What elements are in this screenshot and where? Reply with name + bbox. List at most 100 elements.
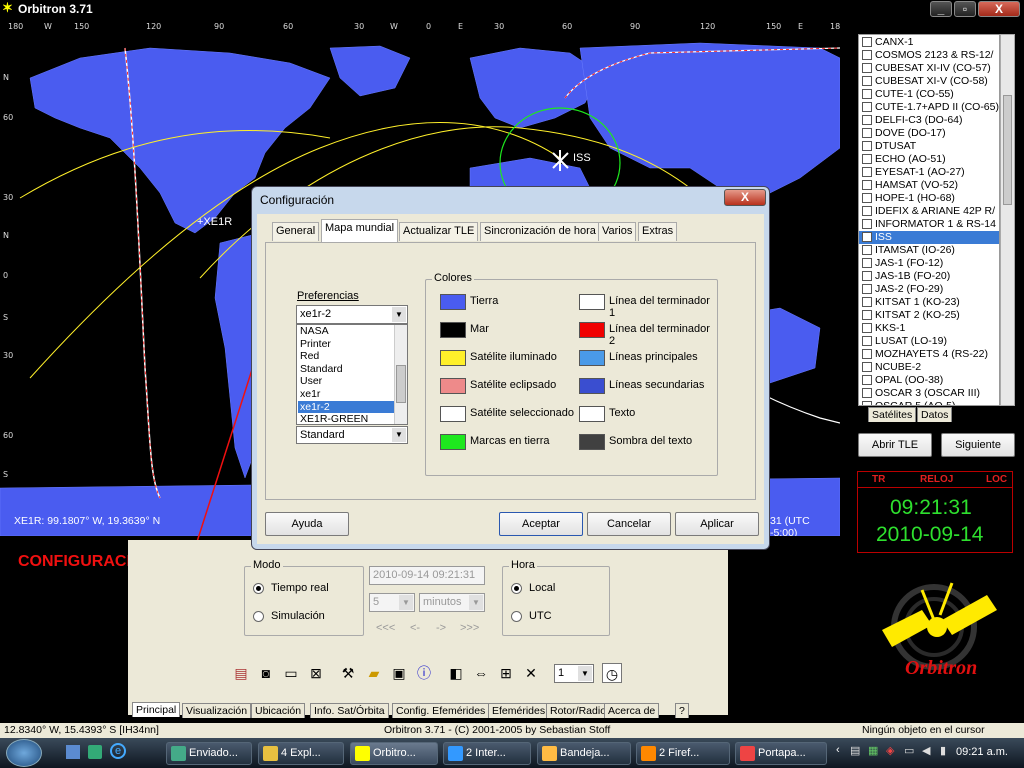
satellite-checkbox[interactable] <box>862 141 872 151</box>
color-swatch[interactable] <box>440 378 466 394</box>
nav-back[interactable]: <- <box>410 622 420 634</box>
satellite-list-item[interactable]: OSCAR 5 (AO-5) <box>859 400 999 405</box>
satellite-list-item[interactable]: JAS-1 (FO-12) <box>859 257 999 270</box>
satellite-checkbox[interactable] <box>862 375 872 385</box>
real-time-radio[interactable] <box>253 583 264 594</box>
prefs-option[interactable]: xe1r-2 <box>298 400 394 414</box>
satellite-list-item[interactable]: MOZHAYETS 4 (RS-22) <box>859 348 999 361</box>
datetime-field[interactable]: 2010-09-14 09:21:31 <box>369 566 485 585</box>
fullscreen-icon[interactable]: ✕ <box>521 663 541 683</box>
satellite-checkbox[interactable] <box>862 115 872 125</box>
nav-forward-fast[interactable]: >>> <box>460 622 479 634</box>
satellite-checkbox[interactable] <box>862 297 872 307</box>
satellite-list-item[interactable]: NCUBE-2 <box>859 361 999 374</box>
satellite-checkbox[interactable] <box>862 102 872 112</box>
taskbar-task[interactable]: 2 Inter... <box>443 742 531 765</box>
taskbar-task[interactable]: Portapa... <box>735 742 827 765</box>
dialog-tab[interactable]: General <box>272 222 320 241</box>
satellite-checkbox[interactable] <box>862 50 872 60</box>
color-swatch[interactable] <box>579 322 605 338</box>
color-swatch[interactable] <box>579 406 605 422</box>
panel-tab[interactable]: Rotor/Radio <box>546 703 611 718</box>
satellite-list[interactable]: CANX-1 COSMOS 2123 & RS-12/CUBESAT XI-IV … <box>858 34 1000 406</box>
shield-icon[interactable]: ◈ <box>886 744 894 757</box>
step-unit-select[interactable]: minutos ▼ <box>419 593 485 612</box>
satellite-checkbox[interactable] <box>862 388 872 398</box>
prefs-option[interactable]: User <box>298 375 394 388</box>
step-value-select[interactable]: 5 ▼ <box>369 593 415 612</box>
switch-windows-icon[interactable] <box>88 745 102 759</box>
satellite-checkbox[interactable] <box>862 349 872 359</box>
prefs-option[interactable]: Red <box>298 350 394 363</box>
satellite-checkbox[interactable] <box>862 284 872 294</box>
satellite-list-item[interactable]: INFORMATOR 1 & RS-14 <box>859 218 999 231</box>
clock-icon[interactable]: ◷ <box>602 663 622 683</box>
satellite-list-item[interactable]: JAS-2 (FO-29) <box>859 283 999 296</box>
taskbar-clock[interactable]: 09:21 a.m. <box>956 746 1008 758</box>
clock-tab-tr[interactable]: TR <box>872 474 885 485</box>
dialog-tab[interactable]: Mapa mundial <box>321 219 399 242</box>
minimize-button[interactable]: _ <box>930 1 952 17</box>
prefs-option[interactable]: NASA <box>298 325 394 338</box>
satellite-list-item[interactable]: CUTE-1 (CO-55) <box>859 88 999 101</box>
camera-icon[interactable]: ◙ <box>256 663 276 683</box>
color-swatch[interactable] <box>440 350 466 366</box>
satellite-checkbox[interactable] <box>862 310 872 320</box>
prefs-dropdown-list[interactable]: NASA Printer Red Standard User xe1r xe1r-2 XE1R… <box>296 324 408 425</box>
zoom-icon[interactable]: ⊞ <box>496 663 516 683</box>
color-swatch[interactable] <box>579 378 605 394</box>
map-view-icon[interactable]: ◧ <box>446 663 466 683</box>
satellite-list-scrollbar[interactable] <box>1000 34 1015 406</box>
info-icon[interactable]: ⓘ <box>414 663 434 683</box>
satellite-list-item[interactable]: HOPE-1 (HO-68) <box>859 192 999 205</box>
satellite-checkbox[interactable] <box>862 63 872 73</box>
nav-forward[interactable]: -> <box>436 622 446 634</box>
save-icon[interactable]: ▣ <box>389 663 409 683</box>
internet-explorer-icon[interactable]: e <box>110 743 126 759</box>
prefs-select[interactable]: xe1r-2 ▼ <box>296 305 408 324</box>
color-swatch[interactable] <box>440 406 466 422</box>
satellite-checkbox[interactable] <box>862 219 872 229</box>
panel-tab[interactable]: Ubicación <box>251 703 306 718</box>
ok-button[interactable]: Aceptar <box>499 512 583 536</box>
satellite-checkbox[interactable] <box>862 245 872 255</box>
open-tle-button[interactable]: Abrir TLE <box>858 433 932 457</box>
color-swatch[interactable] <box>440 294 466 310</box>
taskbar-task[interactable]: Bandeja... <box>537 742 631 765</box>
panel-tab[interactable]: Config. Efemérides <box>392 703 490 718</box>
dialog-tab[interactable]: Sincronización de hora <box>480 222 600 241</box>
satellite-list-item[interactable]: ✔ ISS <box>859 231 999 244</box>
satellite-list-item[interactable]: KITSAT 1 (KO-23) <box>859 296 999 309</box>
satellite-list-item[interactable]: DTUSAT <box>859 140 999 153</box>
dialog-tab[interactable]: Extras <box>638 222 678 241</box>
satellite-list-item[interactable]: CUBESAT XI-V (CO-58) <box>859 75 999 88</box>
satellite-list-item[interactable]: EYESAT-1 (AO-27) <box>859 166 999 179</box>
satellite-list-item[interactable]: OPAL (OO-38) <box>859 374 999 387</box>
color-swatch[interactable] <box>579 434 605 450</box>
satellite-checkbox[interactable] <box>862 362 872 372</box>
satellite-list-item[interactable]: ITAMSAT (IO-26) <box>859 244 999 257</box>
satellite-list-item[interactable]: CUBESAT XI-IV (CO-57) <box>859 62 999 75</box>
scrollbar-thumb[interactable] <box>1003 95 1012 205</box>
show-desktop-icon[interactable] <box>66 745 80 759</box>
panel-tab[interactable]: Acerca de <box>604 703 660 718</box>
satellite-checkbox[interactable] <box>862 206 872 216</box>
cancel-button[interactable]: Cancelar <box>587 512 671 536</box>
satellite-checkbox[interactable] <box>862 401 872 405</box>
maximize-button[interactable]: ▫ <box>954 1 976 17</box>
fit-width-icon[interactable]: ⇔ <box>471 663 491 683</box>
tab-datos[interactable]: Datos <box>917 407 953 422</box>
color-swatch[interactable] <box>440 434 466 450</box>
tools-icon[interactable]: ⚒ <box>338 663 358 683</box>
satellite-checkbox[interactable] <box>862 89 872 99</box>
close-window-icon[interactable]: ⊠ <box>306 663 326 683</box>
satellite-list-item[interactable]: COSMOS 2123 & RS-12/ <box>859 49 999 62</box>
satellite-checkbox[interactable] <box>862 271 872 281</box>
satellite-list-item[interactable]: LUSAT (LO-19) <box>859 335 999 348</box>
satellite-list-item[interactable]: HAMSAT (VO-52) <box>859 179 999 192</box>
satellite-list-item[interactable]: IDEFIX & ARIANE 42P R/ <box>859 205 999 218</box>
volume-icon[interactable]: ◀ <box>922 744 930 757</box>
satellite-checkbox[interactable] <box>862 167 872 177</box>
satellite-list-item[interactable]: DOVE (DO-17) <box>859 127 999 140</box>
printer-icon[interactable]: ▤ <box>850 744 860 757</box>
